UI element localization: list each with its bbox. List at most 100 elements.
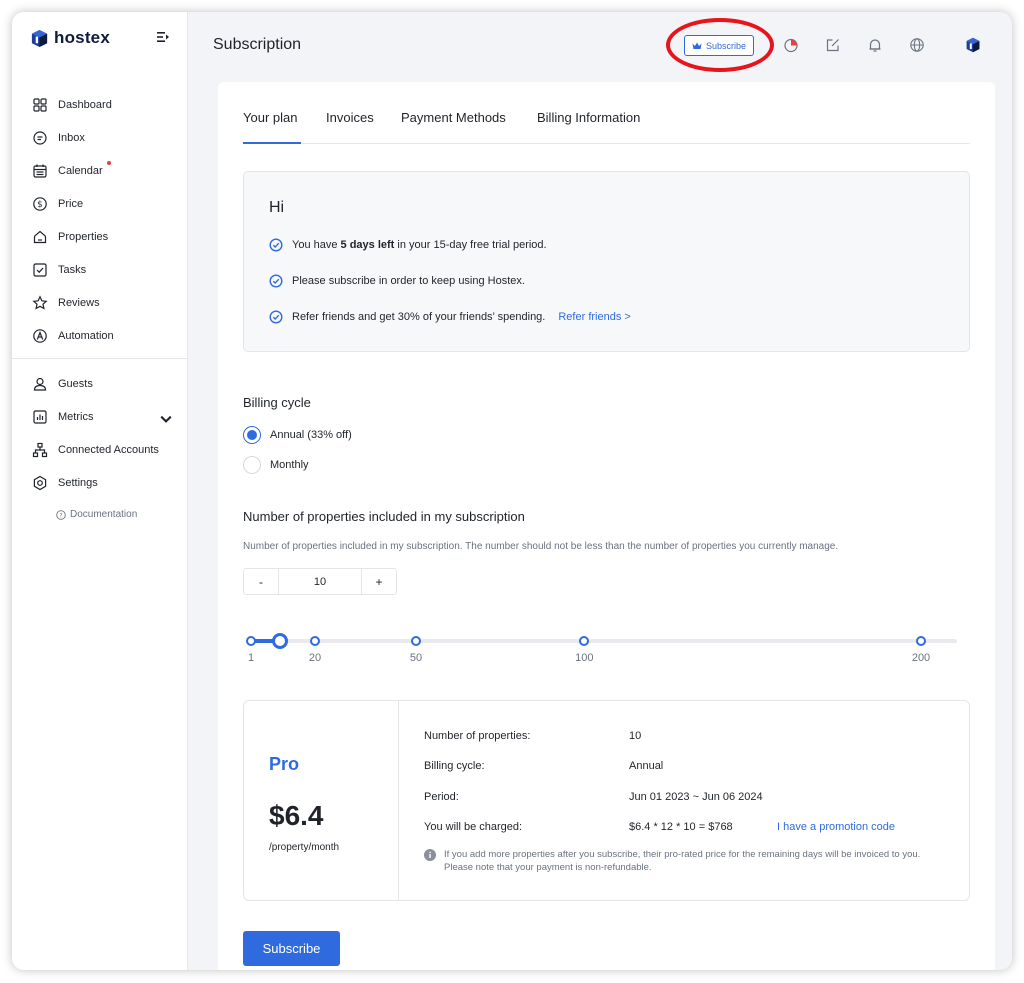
edit-icon[interactable] [825,37,841,53]
header-subscribe-button[interactable]: Subscribe [684,35,754,56]
sidebar-item-metrics[interactable]: Metrics [12,400,188,433]
documentation-label: Documentation [70,509,138,520]
slider-stop[interactable] [410,636,421,646]
quantity-input[interactable]: 10 [278,569,362,594]
network-icon [32,442,48,457]
sidebar-item-label: Reviews [58,296,100,309]
sidebar-item-label: Connected Accounts [58,443,159,456]
collapse-sidebar-icon[interactable] [157,31,169,43]
slider-stop[interactable] [916,636,926,646]
notice-subscribe-line: Please subscribe in order to keep using … [269,274,525,288]
properties-help-text: Number of properties included in my subs… [243,541,839,552]
chat-icon [33,130,47,145]
tab-billing-information[interactable]: Billing Information [537,110,640,125]
slider-tick-label: 100 [575,652,594,664]
svg-text:$: $ [37,200,42,210]
sidebar-item-calendar[interactable]: Calendar [12,154,188,187]
chevron-down-icon[interactable] [158,411,174,427]
hostex-cube-logo-icon [31,29,48,47]
notice-subscribe-text: Please subscribe in order to keep using … [292,275,525,287]
sidebar: hostex Dashboard Inbox Calendar $ Price … [12,12,188,970]
sidebar-item-dashboard[interactable]: Dashboard [12,88,188,121]
properties-slider[interactable]: 1 20 50 100 200 [246,631,961,671]
tab-your-plan[interactable]: Your plan [243,110,297,125]
slider-stop[interactable] [579,636,590,646]
plan-price: $6.4 [269,800,324,831]
chart-icon [33,409,47,424]
documentation-link[interactable]: ? Documentation [56,509,137,520]
notice-refer-text: Refer friends and get 30% of your friend… [292,311,546,323]
account-avatar-icon[interactable] [965,37,981,53]
sidebar-item-connected-accounts[interactable]: Connected Accounts [12,433,188,466]
sidebar-item-automation[interactable]: Automation [12,319,188,352]
summary-value-billing-cycle: Annual [629,760,664,772]
active-tab-indicator [243,142,301,144]
radio-monthly[interactable] [243,456,261,474]
summary-label-period: Period: [424,791,459,803]
refer-friends-link[interactable]: Refer friends > [558,311,630,323]
summary-label-properties: Number of properties: [424,730,531,742]
sidebar-item-label: Dashboard [58,98,112,111]
sidebar-item-inbox[interactable]: Inbox [12,121,188,154]
tab-payment-methods[interactable]: Payment Methods [401,110,506,125]
sidebar-item-label: Automation [58,329,114,342]
slider-track[interactable] [251,639,957,643]
sidebar-item-reviews[interactable]: Reviews [12,286,188,319]
increment-button[interactable]: + [362,569,396,594]
dollar-icon: $ [33,196,47,211]
sidebar-item-properties[interactable]: Properties [12,220,188,253]
page-title: Subscription [213,36,302,53]
summary-value-properties: 10 [629,730,642,742]
notice-trial-text: You have 5 days left in your 15-day free… [292,239,547,251]
calendar-icon [33,164,47,178]
globe-icon[interactable] [909,37,925,53]
billing-option-monthly[interactable]: Monthly [243,456,309,474]
check-badge-icon [269,238,283,252]
plan-info-text: If you add more properties after you sub… [444,849,921,873]
check-badge-icon [269,274,283,288]
slider-tick-label: 20 [308,652,322,664]
bell-icon[interactable] [867,37,883,53]
tab-invoices[interactable]: Invoices [326,110,374,125]
subscribe-button[interactable]: Subscribe [243,931,340,966]
slider-tick-label: 50 [409,652,423,664]
notification-dot [107,161,111,165]
sidebar-item-settings[interactable]: Settings [12,466,188,499]
plan-price-panel: Pro $6.4 /property/month [244,701,399,900]
tab-bar: Your plan Invoices Payment Methods Billi… [243,108,970,144]
slider-stop[interactable] [246,636,256,646]
notice-days-left: 5 days left [340,239,395,251]
billing-option-label: Annual (33% off) [270,429,352,441]
sidebar-item-label: Guests [58,377,93,390]
billing-option-label: Monthly [270,459,309,471]
sidebar-item-guests[interactable]: Guests [12,367,188,400]
slider-handle[interactable] [272,633,288,649]
quantity-stepper: - 10 + [243,568,397,595]
plan-summary: Pro $6.4 /property/month Number of prope… [243,700,970,901]
radio-annual[interactable] [243,426,261,444]
promotion-code-link[interactable]: I have a promotion code [777,821,895,833]
check-badge-icon [269,310,283,324]
help-circle-icon: ? [56,509,66,520]
billing-option-annual[interactable]: Annual (33% off) [243,426,352,444]
sidebar-item-label: Settings [58,476,98,489]
sidebar-item-price[interactable]: $ Price [12,187,188,220]
brand-logo[interactable]: hostex [30,28,110,48]
properties-title: Number of properties included in my subs… [243,509,525,524]
info-icon [424,849,436,861]
sidebar-item-label: Inbox [58,131,85,144]
sidebar-nav: Dashboard Inbox Calendar $ Price Propert… [12,88,188,499]
pie-chart-icon[interactable] [783,37,799,53]
slider-stop[interactable] [309,636,320,646]
sidebar-item-tasks[interactable]: Tasks [12,253,188,286]
house-icon [33,230,47,243]
summary-label-charged: You will be charged: [424,821,523,833]
svg-text:?: ? [59,512,62,519]
summary-label-billing-cycle: Billing cycle: [424,760,485,772]
crown-icon [692,42,702,49]
subscription-card: Your plan Invoices Payment Methods Billi… [218,82,995,970]
notice-refer-line: Refer friends and get 30% of your friend… [269,310,631,324]
notice-trial-suffix: in your 15-day free trial period. [394,239,547,251]
decrement-button[interactable]: - [244,569,278,594]
summary-value-charged: $6.4 * 12 * 10 = $768 [629,821,733,833]
